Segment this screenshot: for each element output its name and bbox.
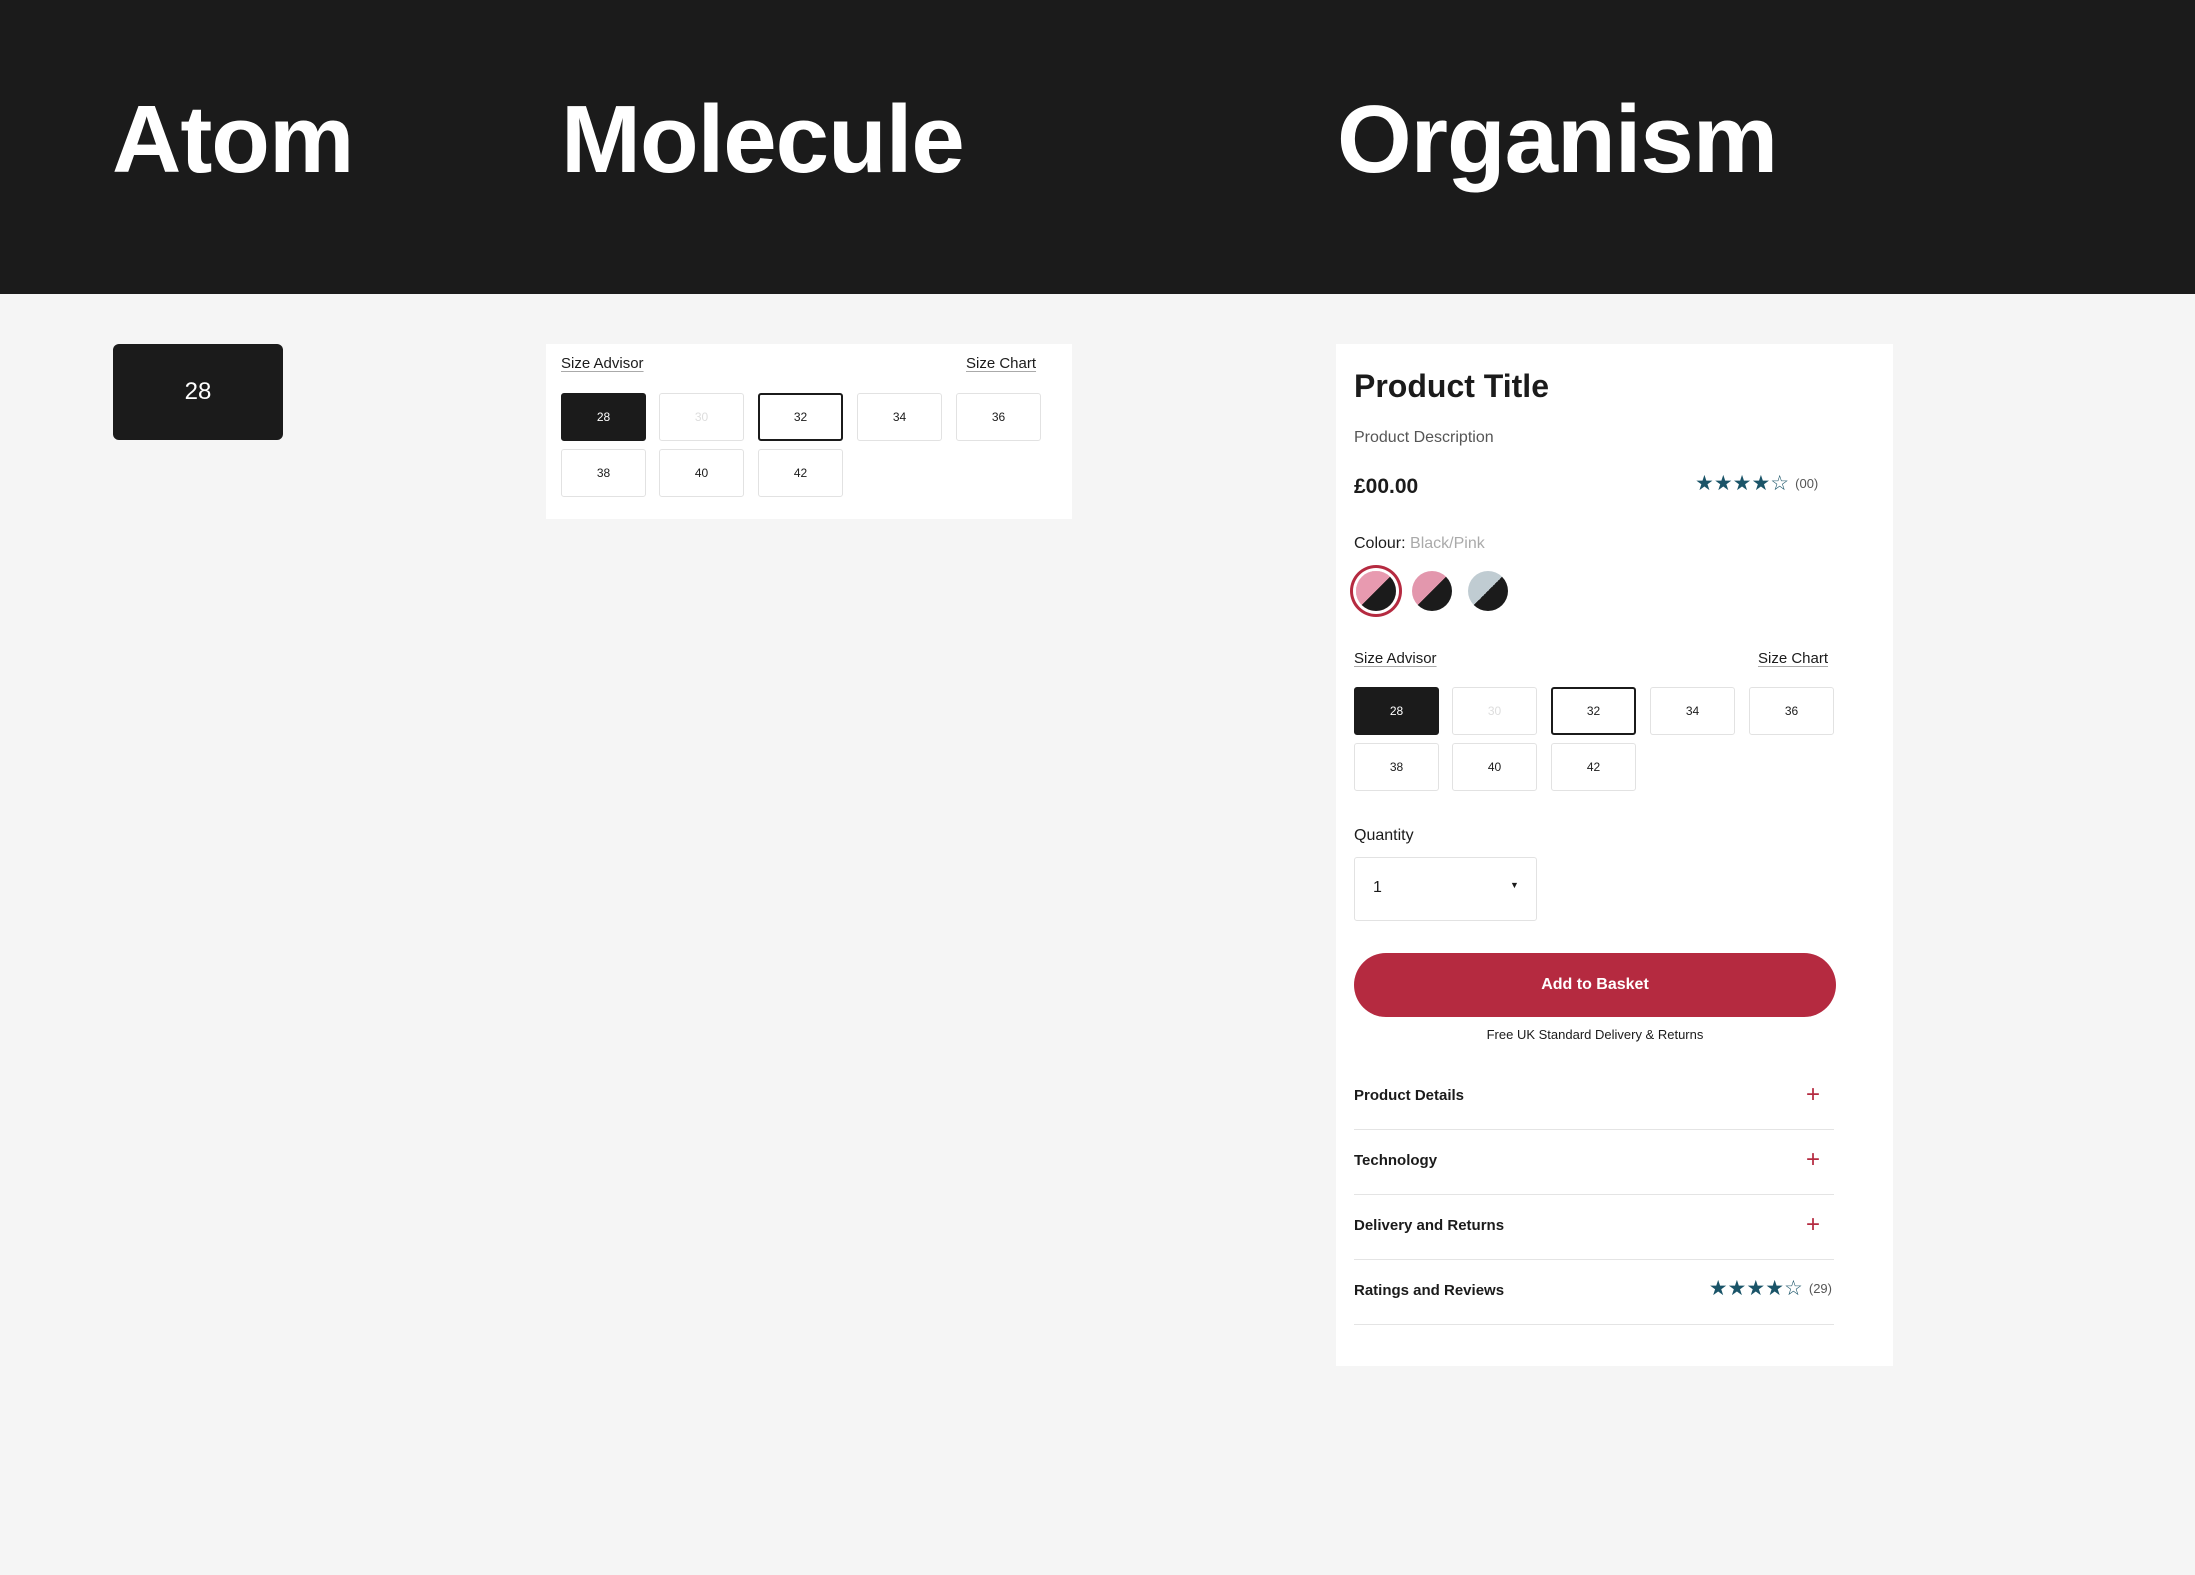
atom-size-button[interactable]: 28	[113, 344, 283, 440]
size-option-32[interactable]: 32	[758, 393, 843, 441]
plus-icon: +	[1805, 1211, 1820, 1238]
heading-atom: Atom	[112, 86, 354, 193]
star-rating-icon: ★★★★☆	[1695, 472, 1790, 495]
accordion-product-details[interactable]: Product Details +	[1354, 1065, 1834, 1130]
colour-value: Black/Pink	[1410, 535, 1485, 552]
size-option-32[interactable]: 32	[1551, 687, 1636, 735]
accordion-ratings-reviews[interactable]: Ratings and Reviews ★★★★☆ (29)	[1354, 1260, 1834, 1325]
heading-organism: Organism	[1337, 86, 1778, 193]
size-option-40[interactable]: 40	[1452, 743, 1537, 791]
product-description: Product Description	[1354, 429, 1494, 446]
plus-icon: +	[1805, 1081, 1820, 1108]
size-chart-link[interactable]: Size Chart	[966, 355, 1036, 372]
size-chart-link[interactable]: Size Chart	[1758, 650, 1828, 667]
size-option-40[interactable]: 40	[659, 449, 744, 497]
heading-molecule: Molecule	[561, 86, 965, 193]
colour-swatch[interactable]	[1356, 571, 1396, 611]
quantity-select[interactable]: 1 ▼	[1354, 857, 1537, 921]
size-option-36[interactable]: 36	[956, 393, 1041, 441]
accordion-delivery-returns[interactable]: Delivery and Returns +	[1354, 1195, 1834, 1260]
product-title: Product Title	[1354, 368, 1549, 404]
colour-swatch[interactable]	[1468, 571, 1508, 611]
size-option-38[interactable]: 38	[1354, 743, 1439, 791]
accordion-label: Delivery and Returns	[1354, 1217, 1505, 1234]
star-rating-icon: ★★★★☆	[1708, 1277, 1803, 1300]
quantity-label: Quantity	[1354, 827, 1414, 844]
add-to-basket-button[interactable]: Add to Basket	[1354, 953, 1836, 1017]
size-option-28[interactable]: 28	[1354, 687, 1439, 735]
size-option-36[interactable]: 36	[1749, 687, 1834, 735]
size-option-28[interactable]: 28	[561, 393, 646, 441]
accordion-technology[interactable]: Technology +	[1354, 1130, 1834, 1195]
product-price: £00.00	[1354, 475, 1419, 498]
accordion-label: Product Details	[1354, 1087, 1465, 1104]
accordion-label: Technology	[1354, 1152, 1438, 1169]
chevron-down-icon: ▼	[1510, 880, 1519, 890]
plus-icon: +	[1805, 1146, 1820, 1173]
colour-swatch[interactable]	[1412, 571, 1452, 611]
colour-label: Colour: Black/Pink	[1354, 535, 1485, 553]
review-count: (29)	[1808, 1281, 1832, 1296]
size-option-42[interactable]: 42	[758, 449, 843, 497]
colour-label-text: Colour:	[1354, 535, 1406, 552]
delivery-note: Free UK Standard Delivery & Returns	[1486, 1027, 1704, 1042]
size-option-30: 30	[659, 393, 744, 441]
review-count: (00)	[1795, 476, 1819, 491]
size-advisor-link[interactable]: Size Advisor	[1354, 650, 1437, 667]
product-rating[interactable]: ★★★★☆ (00)	[1695, 471, 1818, 496]
header-band: Atom Molecule Organism	[0, 0, 2195, 294]
size-option-34[interactable]: 34	[1650, 687, 1735, 735]
quantity-value: 1	[1373, 879, 1382, 896]
size-option-30: 30	[1452, 687, 1537, 735]
size-option-42[interactable]: 42	[1551, 743, 1636, 791]
size-option-38[interactable]: 38	[561, 449, 646, 497]
size-option-34[interactable]: 34	[857, 393, 942, 441]
size-advisor-link[interactable]: Size Advisor	[561, 355, 644, 372]
accordion-label: Ratings and Reviews	[1354, 1282, 1505, 1299]
reviews-rating: ★★★★☆ (29)	[1709, 1276, 1832, 1301]
